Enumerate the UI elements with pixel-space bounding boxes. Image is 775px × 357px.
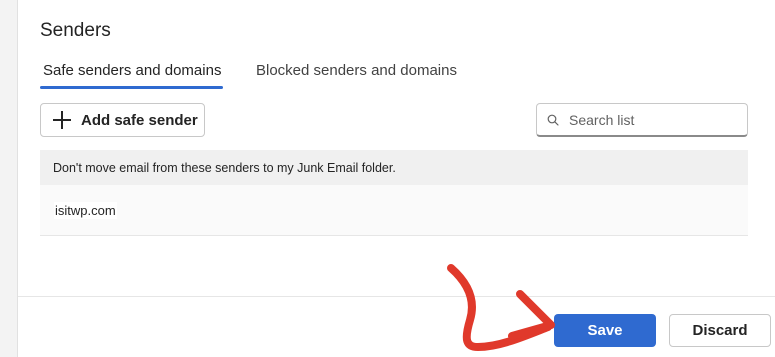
add-safe-sender-button[interactable]: Add safe sender: [40, 103, 205, 137]
search-input[interactable]: [569, 111, 729, 128]
section-title: Senders: [40, 20, 111, 41]
tab-safe-senders[interactable]: Safe senders and domains: [43, 62, 221, 79]
discard-button[interactable]: Discard: [669, 314, 771, 347]
save-button[interactable]: Save: [554, 314, 656, 347]
plus-icon: [53, 111, 71, 129]
safe-sender-entry: isitwp.com: [54, 201, 117, 219]
active-tab-indicator: [40, 86, 223, 89]
search-icon: [547, 114, 559, 126]
footer-divider: [18, 296, 775, 297]
settings-panel: Senders Safe senders and domains Blocked…: [17, 0, 775, 357]
list-item[interactable]: isitwp.com: [40, 185, 748, 236]
search-box[interactable]: [536, 103, 748, 137]
list-description: Don't move email from these senders to m…: [40, 150, 748, 185]
tab-blocked-senders[interactable]: Blocked senders and domains: [256, 62, 457, 79]
add-safe-sender-label: Add safe sender: [81, 111, 198, 129]
